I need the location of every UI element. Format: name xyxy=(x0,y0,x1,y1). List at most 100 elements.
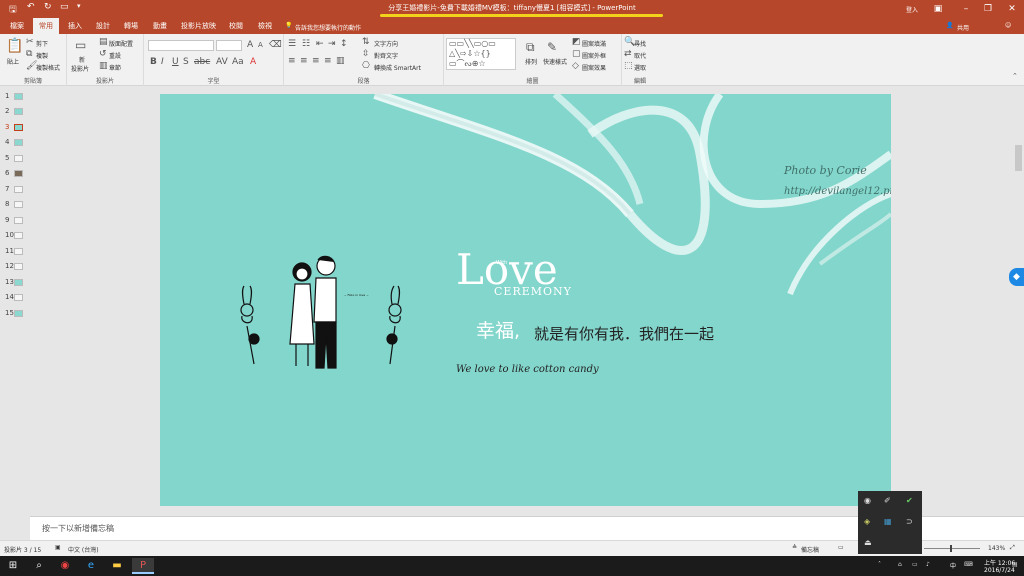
collapse-ribbon-icon[interactable]: ⌃ xyxy=(1012,72,1018,80)
cut-button[interactable]: 剪下 xyxy=(36,39,48,48)
normal-view-icon[interactable]: ▭ xyxy=(838,544,844,551)
chrome-icon[interactable]: ◉ xyxy=(54,558,76,574)
clock-time[interactable]: 上午 12:06 xyxy=(984,558,1015,567)
clock-date[interactable]: 2016/7/24 xyxy=(984,567,1015,574)
thumbnail-slide-2[interactable]: 2 xyxy=(0,105,30,119)
thumbnail-slide-9[interactable]: 9 xyxy=(0,214,30,228)
tab-home[interactable]: 常用 xyxy=(33,18,59,34)
shadow-icon[interactable]: S xyxy=(183,57,189,67)
tab-insert[interactable]: 插入 xyxy=(62,18,88,34)
fit-slide-icon[interactable]: ⤢ xyxy=(1010,544,1015,552)
thumbnail-slide-3[interactable]: 3 xyxy=(0,121,30,135)
align-center-icon[interactable]: ≡ xyxy=(300,56,308,66)
align-left-icon[interactable]: ≡ xyxy=(288,56,296,66)
change-case-icon[interactable]: Aa xyxy=(232,57,244,67)
zoom-slider-thumb[interactable] xyxy=(950,545,952,552)
notes-toggle-button[interactable]: 備忘稿 xyxy=(801,545,819,554)
close-button[interactable]: ✕ xyxy=(998,0,1024,18)
thumbnail-slide-14[interactable]: 14 xyxy=(0,291,30,305)
replace-button[interactable]: 取代 xyxy=(634,51,646,60)
notification-icon[interactable]: ▤ xyxy=(1012,561,1018,568)
new-slide-icon[interactable]: ▭ xyxy=(75,38,86,52)
tab-slideshow[interactable]: 投影片放映 xyxy=(175,18,222,34)
share-button[interactable]: 共用 xyxy=(957,23,969,32)
file-explorer-icon[interactable]: ▬ xyxy=(106,558,128,574)
char-spacing-icon[interactable]: AV xyxy=(216,57,228,67)
usb-tray-icon[interactable]: ⏏ xyxy=(864,538,872,547)
columns-icon[interactable]: ▥ xyxy=(336,56,345,66)
app-tray-icon[interactable]: ◉ xyxy=(864,496,871,505)
layers-tray-icon[interactable]: ◈ xyxy=(864,517,870,526)
align-right-icon[interactable]: ≡ xyxy=(312,56,320,66)
layout-button[interactable]: 版面配置 xyxy=(109,39,133,48)
new-slide-label-2[interactable]: 投影片 xyxy=(71,64,89,73)
language-indicator[interactable]: 中文 (台灣) xyxy=(68,545,99,554)
tab-animations[interactable]: 動畫 xyxy=(147,18,173,34)
tab-design[interactable]: 設計 xyxy=(90,18,116,34)
tab-file[interactable]: 檔案 xyxy=(4,18,30,34)
justify-icon[interactable]: ≡ xyxy=(324,56,332,66)
zoom-slider-track[interactable] xyxy=(924,548,980,549)
tell-me-search[interactable]: 告訴我您想要執行的動作 xyxy=(295,23,361,32)
keyboard-icon[interactable]: ⌨ xyxy=(964,561,973,568)
network-icon[interactable]: ⌂ xyxy=(898,561,902,568)
zoom-level[interactable]: 143% xyxy=(988,545,1005,552)
thumbnail-slide-8[interactable]: 8 xyxy=(0,198,30,212)
text-direction-button[interactable]: 文字方向 xyxy=(374,39,398,48)
select-button[interactable]: 選取 xyxy=(634,63,646,72)
thumbnail-slide-12[interactable]: 12 xyxy=(0,260,30,274)
thumbnail-slide-6[interactable]: 6 xyxy=(0,167,30,181)
increase-indent-icon[interactable]: ⇥ xyxy=(328,39,336,49)
grow-font-icon[interactable]: A xyxy=(247,40,253,50)
smartart-button[interactable]: 轉換成 SmartArt xyxy=(374,63,421,72)
strike-icon[interactable]: abc xyxy=(194,57,210,67)
thumbnail-slide-11[interactable]: 11 xyxy=(0,245,30,259)
italic-icon[interactable]: I xyxy=(161,57,164,67)
clear-format-icon[interactable]: ⌫ xyxy=(269,40,282,50)
powerpoint-taskbar-icon[interactable]: P xyxy=(132,558,154,574)
thumbnail-slide-7[interactable]: 7 xyxy=(0,183,30,197)
shape-outline-button[interactable]: 圖案外框 xyxy=(582,51,606,60)
shape-fill-button[interactable]: 圖案填滿 xyxy=(582,39,606,48)
decrease-indent-icon[interactable]: ⇤ xyxy=(316,39,324,49)
battery-icon[interactable]: ▭ xyxy=(912,561,918,568)
windows-start-icon[interactable]: ⊞ xyxy=(2,558,24,574)
smiley-icon[interactable]: ☺ xyxy=(1005,22,1011,29)
arrange-button[interactable]: 排列 xyxy=(525,57,537,66)
font-size-combo[interactable] xyxy=(216,40,242,51)
edge-icon[interactable]: e xyxy=(80,558,102,574)
font-name-combo[interactable] xyxy=(148,40,214,51)
thumbnail-slide-4[interactable]: 4 xyxy=(0,136,30,150)
thumbnail-slide-13[interactable]: 13 xyxy=(0,276,30,290)
slide-canvas[interactable]: Photo by Corie http://devilangel12.pixne… xyxy=(160,94,891,506)
thumbnail-slide-1[interactable]: 1 xyxy=(0,90,30,104)
paint-tray-icon[interactable]: ✐ xyxy=(884,496,891,505)
grid-tray-icon[interactable]: ▦ xyxy=(884,517,892,526)
paste-button[interactable]: 貼上 xyxy=(7,57,19,66)
numbering-icon[interactable]: ☷ xyxy=(302,39,310,49)
shrink-font-icon[interactable]: A xyxy=(258,41,263,49)
thumbnail-slide-5[interactable]: 5 xyxy=(0,152,30,166)
spellcheck-icon[interactable]: ▣ xyxy=(55,544,61,551)
find-button[interactable]: 尋找 xyxy=(634,39,646,48)
font-color-icon[interactable]: A xyxy=(250,57,256,67)
shapes-gallery[interactable]: ▭▭╲╲▭○▭ △╲⇨⇩☆{} ▭⌒ᔓ⊕☆ xyxy=(446,38,516,70)
section-button[interactable]: 章節 xyxy=(109,63,121,72)
underline-icon[interactable]: U xyxy=(172,57,179,67)
dropbox-icon[interactable]: ◆ xyxy=(1009,268,1024,286)
line-spacing-icon[interactable]: ↕ xyxy=(340,39,348,49)
thumbnail-slide-10[interactable]: 10 xyxy=(0,229,30,243)
vertical-scrollbar[interactable] xyxy=(1013,90,1024,514)
bullets-icon[interactable]: ☰ xyxy=(288,39,296,49)
sign-in-link[interactable]: 登入 xyxy=(906,5,918,14)
thumbnail-slide-15[interactable]: 15 xyxy=(0,307,30,321)
link-tray-icon[interactable]: ⊃ xyxy=(906,517,913,526)
scrollbar-thumb[interactable] xyxy=(1015,145,1022,171)
ime-indicator[interactable]: 中 xyxy=(950,561,956,570)
quick-styles-icon[interactable]: ✎ xyxy=(547,40,557,54)
copy-button[interactable]: 複製 xyxy=(36,51,48,60)
search-icon[interactable]: ⌕ xyxy=(28,558,50,574)
reset-button[interactable]: 重設 xyxy=(109,51,121,60)
quick-styles-button[interactable]: 快速樣式 xyxy=(543,57,567,66)
bold-icon[interactable]: B xyxy=(150,57,157,67)
